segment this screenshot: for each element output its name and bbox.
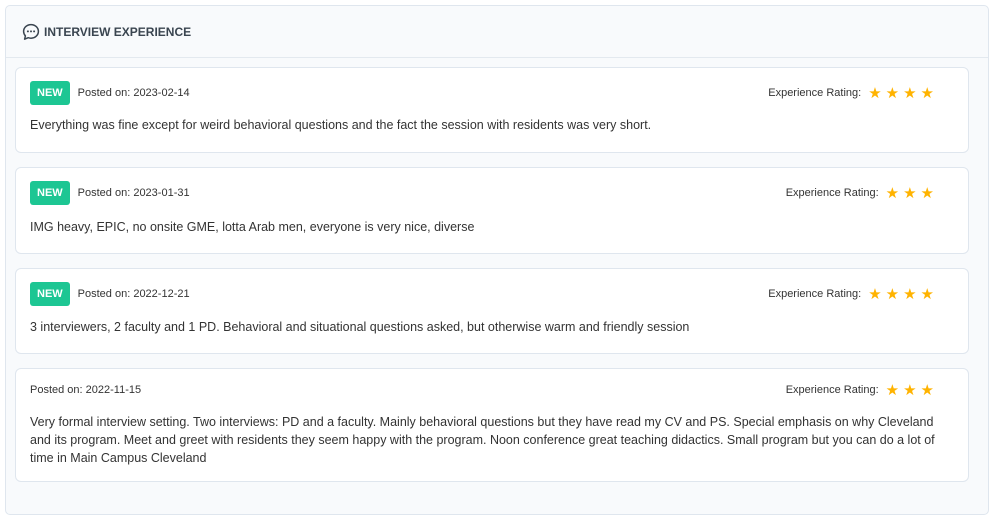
star-icon: ★ <box>920 83 934 102</box>
rating-label: Experience Rating: <box>785 187 879 199</box>
experience-rating: Experience Rating: ★ ★ ★ <box>785 183 934 202</box>
review-text: Everything was fine except for weird beh… <box>30 118 652 132</box>
rating-stars: ★ ★ ★ <box>885 183 934 202</box>
review-text: Very formal interview setting. Two inter… <box>30 415 935 465</box>
experience-rating: Experience Rating: ★ ★ ★ ★ <box>768 284 934 303</box>
new-badge: NEW <box>30 181 70 205</box>
experience-rating: Experience Rating: ★ ★ ★ <box>785 380 934 399</box>
star-icon: ★ <box>903 183 917 202</box>
star-icon: ★ <box>885 183 900 202</box>
star-icon: ★ <box>868 83 882 102</box>
star-icon: ★ <box>885 83 900 102</box>
star-icon: ★ <box>920 284 934 303</box>
rating-stars: ★ ★ ★ <box>885 380 934 399</box>
posted-date: Posted on: 2023-02-14 <box>77 87 190 99</box>
panel-title: INTERVIEW EXPERIENCE <box>44 24 192 39</box>
rating-label: Experience Rating: <box>785 384 879 396</box>
star-icon: ★ <box>885 380 900 399</box>
review-card: NEW Posted on: 2023-02-14 Experience Rat… <box>15 67 969 153</box>
experience-rating: Experience Rating: ★ ★ ★ ★ <box>768 83 934 102</box>
review-meta: NEW Posted on: 2023-01-31 Experience Rat… <box>30 181 954 205</box>
star-icon: ★ <box>920 380 934 399</box>
star-icon: ★ <box>903 380 917 399</box>
rating-label: Experience Rating: <box>768 288 862 300</box>
review-left-meta: NEW Posted on: 2023-01-31 <box>30 181 190 205</box>
panel-header: INTERVIEW EXPERIENCE <box>6 6 988 58</box>
review-card: NEW Posted on: 2022-12-21 Experience Rat… <box>15 268 969 354</box>
posted-date: Posted on: 2023-01-31 <box>77 187 190 199</box>
star-icon: ★ <box>920 183 934 202</box>
review-text: IMG heavy, EPIC, no onsite GME, lotta Ar… <box>30 220 475 234</box>
review-meta: NEW Posted on: 2023-02-14 Experience Rat… <box>30 81 954 105</box>
review-list: NEW Posted on: 2023-02-14 Experience Rat… <box>15 67 969 496</box>
chat-bubble-icon <box>22 23 40 41</box>
new-badge: NEW <box>30 81 70 105</box>
review-card: Posted on: 2022-11-15 Experience Rating:… <box>15 368 969 482</box>
rating-stars: ★ ★ ★ ★ <box>868 83 934 102</box>
star-icon: ★ <box>885 284 900 303</box>
star-icon: ★ <box>903 284 917 303</box>
review-left-meta: NEW Posted on: 2023-02-14 <box>30 81 190 105</box>
posted-date: Posted on: 2022-11-15 <box>30 384 142 396</box>
rating-label: Experience Rating: <box>768 87 862 99</box>
posted-date: Posted on: 2022-12-21 <box>77 288 190 300</box>
review-left-meta: Posted on: 2022-11-15 <box>30 384 141 396</box>
review-meta: NEW Posted on: 2022-12-21 Experience Rat… <box>30 282 954 306</box>
review-left-meta: NEW Posted on: 2022-12-21 <box>30 282 190 306</box>
review-card: NEW Posted on: 2023-01-31 Experience Rat… <box>15 167 969 254</box>
star-icon: ★ <box>903 83 917 102</box>
review-meta: Posted on: 2022-11-15 Experience Rating:… <box>30 379 954 401</box>
review-text: 3 interviewers, 2 faculty and 1 PD. Beha… <box>30 320 690 334</box>
new-badge: NEW <box>30 282 70 306</box>
star-icon: ★ <box>868 284 882 303</box>
rating-stars: ★ ★ ★ ★ <box>868 284 934 303</box>
